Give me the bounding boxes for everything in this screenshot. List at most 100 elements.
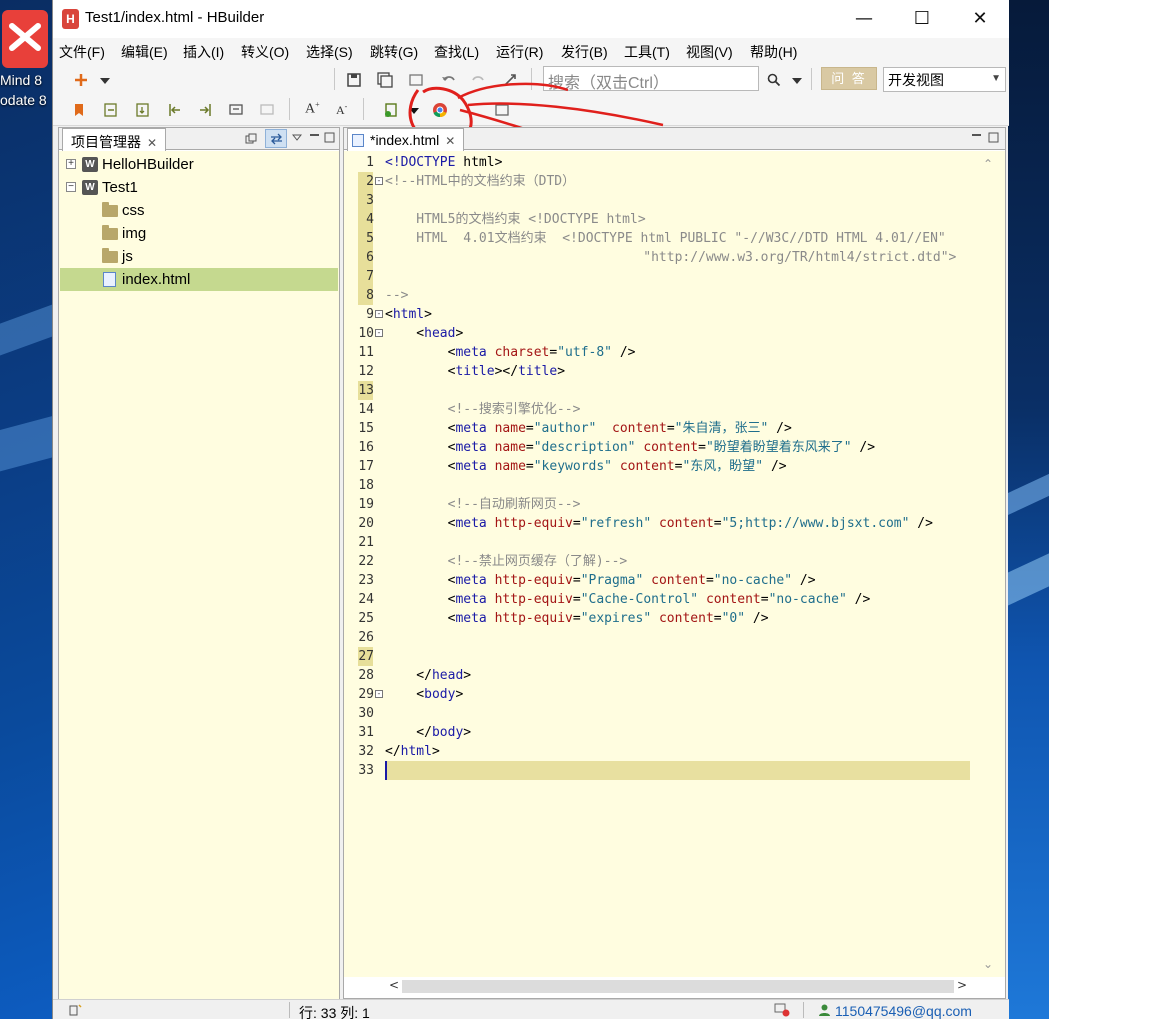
undo-icon[interactable] [440,72,456,88]
menu-publish[interactable]: 发行(B) [561,42,608,62]
tree-item-index-html[interactable]: index.html [60,268,338,291]
tree-item-img[interactable]: img [60,222,338,245]
fold-toggle-icon[interactable]: - [375,310,383,318]
line-number: 3 [366,193,374,208]
search-icon[interactable] [766,72,782,88]
ask-button[interactable]: 问 答 [821,67,877,90]
scroll-up-icon[interactable]: ⌃ [971,157,1005,171]
view-menu-icon[interactable] [292,132,302,142]
run-device-icon[interactable] [383,102,399,118]
chrome-icon[interactable] [432,102,448,118]
tree-item-hellohbuilder[interactable]: + W HelloHBuilder [60,153,338,176]
editor-tab-label: *index.html [370,132,440,148]
maximize-view-icon[interactable] [324,132,335,143]
minimize-editor-icon[interactable] [971,133,982,143]
line-number: 12 [358,364,374,379]
menu-tools[interactable]: 工具(T) [624,42,670,62]
sync-error-icon[interactable] [774,1003,790,1017]
preview-icon[interactable] [494,102,510,118]
code-line: </body> [385,725,472,740]
scroll-down-icon[interactable]: ⌄ [971,957,1005,971]
new-dropdown-icon[interactable] [97,72,113,88]
menu-find[interactable]: 查找(L) [434,42,479,62]
code-line: <!--自动刷新网页--> [385,497,581,512]
goto-end-icon[interactable] [197,102,213,118]
expand-icon[interactable]: + [66,159,76,169]
maximize-button[interactable]: ☐ [893,0,951,38]
fold-toggle-icon[interactable]: - [375,690,383,698]
line-number: 25 [358,611,374,626]
text-caret [385,761,387,780]
title-bar[interactable]: H Test1/index.html - HBuilder — ☐ ✕ [53,0,1009,38]
tree-item-test1[interactable]: − W Test1 [60,176,338,199]
close-button[interactable]: ✕ [951,0,1009,38]
toolbar: 搜索（双击Ctrl） 问 答 开发视图 ▼ A+ A- [53,62,1009,126]
user-account-link[interactable]: 1150475496@qq.com [835,1003,972,1019]
menu-edit[interactable]: 编辑(E) [121,42,168,62]
fold-toggle-icon[interactable]: - [375,177,383,185]
maximize-editor-icon[interactable] [988,132,999,143]
comment-icon[interactable] [228,102,244,118]
format-icon[interactable] [502,72,518,88]
menu-help[interactable]: 帮助(H) [750,42,797,62]
tab-project-explorer[interactable]: 项目管理器 ✕ [62,128,167,151]
horizontal-scrollbar[interactable]: < > [385,977,971,997]
line-number: 33 [358,763,374,778]
fold-toggle-icon[interactable]: - [375,329,383,337]
save-all-icon[interactable] [377,72,393,88]
redo-icon[interactable] [471,72,487,88]
search-input[interactable]: 搜索（双击Ctrl） [543,66,759,92]
menu-select[interactable]: 选择(S) [306,42,353,62]
goto-start-icon[interactable] [167,102,183,118]
code-area[interactable]: <!DOCTYPE html> <!--HTML中的文档约束（DTD） HTML5… [385,151,970,977]
run-dropdown-icon[interactable] [406,102,422,118]
tree-item-css[interactable]: css [60,199,338,222]
menu-goto[interactable]: 跳转(G) [370,42,418,62]
close-file-icon[interactable] [408,72,424,88]
editor-body[interactable]: 1 2-3 4 5 6 7 8 9-10-11 12 13 14 15 16 17 18 19 20 21 22 23… [344,151,1005,977]
status-icon[interactable] [69,1004,83,1016]
tab-index-html[interactable]: *index.html ✕ [347,128,465,151]
line-number: 4 [366,212,374,227]
menu-escape[interactable]: 转义(O) [241,42,289,62]
xmind-app-icon[interactable] [2,10,48,68]
link-editor-button[interactable] [265,129,287,148]
code-line: <meta name="author" content="朱自清，张三" /> [385,421,792,436]
line-number: 23 [358,573,374,588]
search-dropdown-icon[interactable] [789,72,805,88]
project-explorer-panel: 项目管理器 ✕ + W HelloHBuilder − W Test1 css … [58,127,340,999]
menu-file[interactable]: 文件(F) [59,42,105,62]
menu-view[interactable]: 视图(V) [686,42,733,62]
save-icon[interactable] [346,72,362,88]
minimize-button[interactable]: — [835,0,893,38]
collapse-icon[interactable]: − [66,182,76,192]
tree-item-js[interactable]: js [60,245,338,268]
menu-run[interactable]: 运行(R) [496,42,543,62]
prev-bookmark-icon[interactable] [103,102,119,118]
next-bookmark-icon[interactable] [135,102,151,118]
uncomment-icon[interactable] [259,102,275,118]
close-icon[interactable]: ✕ [445,134,455,148]
new-icon[interactable] [73,72,89,88]
collapse-all-icon[interactable] [245,133,257,145]
code-line: <meta http-equiv="Cache-Control" content… [385,592,871,607]
tree-item-label: js [122,248,133,265]
user-icon [819,1004,830,1016]
font-decrease-icon[interactable]: A- [336,102,347,118]
close-icon[interactable]: ✕ [147,136,157,150]
bookmark-icon[interactable] [71,102,87,118]
minimize-view-icon[interactable] [309,133,320,143]
status-bar: 行: 33 列: 1 1150475496@qq.com [53,999,1009,1021]
scroll-thumb[interactable] [402,980,954,993]
code-line: <meta name="description" content="盼望着盼望着… [385,440,876,455]
line-number: 31 [358,725,374,740]
menu-insert[interactable]: 插入(I) [183,42,224,62]
html-file-icon [352,134,364,147]
vertical-scrollbar[interactable]: ⌃ ⌄ [971,151,1005,977]
font-increase-icon[interactable]: A+ [305,100,320,118]
hbuilder-logo-icon: H [62,9,79,29]
code-line [385,761,970,780]
scroll-right-icon[interactable]: > [957,978,967,992]
scroll-left-icon[interactable]: < [389,978,399,992]
view-select[interactable]: 开发视图 ▼ [883,67,1006,92]
